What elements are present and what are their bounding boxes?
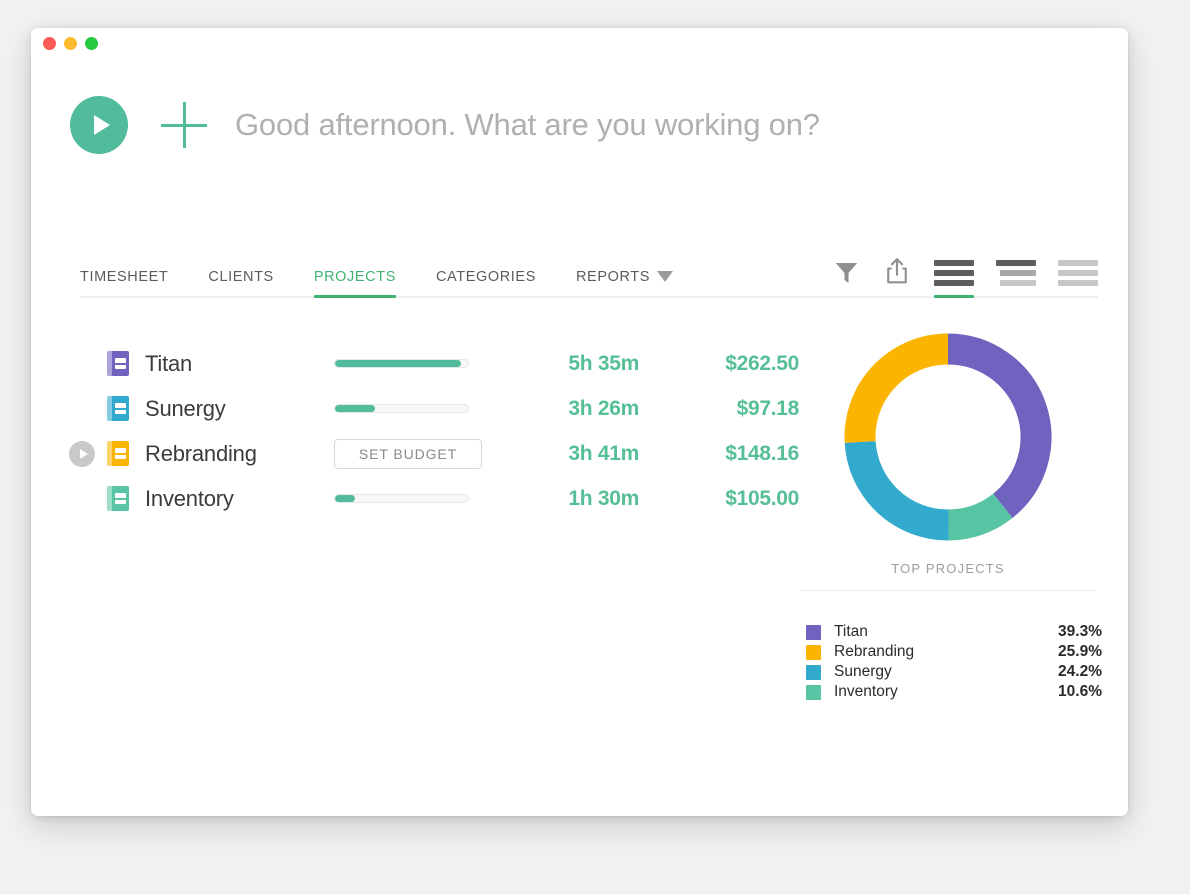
view-grouped-button[interactable]	[996, 260, 1036, 298]
table-row[interactable]: Inventory 1h 30m $105.00	[69, 476, 799, 521]
set-budget-button[interactable]: SET BUDGET	[334, 438, 482, 469]
legend-swatch	[806, 624, 821, 640]
project-budget-cell	[334, 494, 489, 503]
project-icon	[107, 351, 129, 376]
project-amount: $262.50	[725, 351, 799, 375]
project-icon	[107, 396, 129, 421]
view-compact-button[interactable]	[934, 260, 974, 298]
close-window-button[interactable]	[43, 37, 56, 50]
budget-progress-bar[interactable]	[334, 494, 469, 503]
view-grouped-icon	[996, 260, 1036, 286]
view-toolbar	[811, 256, 1098, 298]
legend-item: Inventory 10.6%	[806, 682, 1102, 702]
project-list: Titan 5h 35m $262.50 Sunergy 3h 26m $97.…	[69, 341, 799, 521]
project-time: 3h 41m	[568, 441, 639, 465]
table-row[interactable]: Sunergy 3h 26m $97.18	[69, 386, 799, 431]
legend-value: 39.3%	[1058, 623, 1102, 640]
project-name: Rebranding	[145, 440, 257, 466]
donut-chart-svg	[844, 333, 1052, 541]
filter-button[interactable]	[833, 259, 860, 298]
view-detailed-icon	[1058, 260, 1098, 286]
donut-slice-inventory[interactable]	[947, 493, 1013, 541]
project-name: Titan	[145, 350, 193, 376]
project-amount: $97.18	[736, 396, 800, 420]
tab-bar: TIMESHEET CLIENTS PROJECTS CATEGORIES RE…	[80, 240, 1098, 298]
start-timer-button[interactable]	[70, 96, 128, 154]
project-time: 5h 35m	[568, 351, 639, 375]
tab-label: PROJECTS	[313, 269, 396, 285]
project-icon	[107, 486, 129, 511]
table-row[interactable]: Rebranding SET BUDGET 3h 41m $148.16	[69, 431, 799, 476]
budget-progress-bar[interactable]	[334, 359, 469, 368]
chevron-down-icon	[657, 271, 674, 282]
legend-swatch	[806, 644, 821, 660]
minimize-window-button[interactable]	[64, 37, 77, 50]
legend-label: Rebranding	[834, 643, 915, 660]
tab-label: REPORTS	[575, 269, 651, 285]
share-button[interactable]	[882, 256, 912, 298]
maximize-window-button[interactable]	[85, 37, 98, 50]
traffic-lights	[43, 37, 98, 50]
greeting-row: Good afternoon. What are you working on?	[70, 93, 820, 157]
project-budget-cell	[334, 359, 489, 368]
tab-list: TIMESHEET CLIENTS PROJECTS CATEGORIES RE…	[80, 269, 713, 298]
tab-label: CATEGORIES	[435, 269, 536, 285]
view-detailed-button[interactable]	[1058, 260, 1098, 298]
legend-label: Titan	[834, 623, 868, 640]
legend-swatch	[806, 684, 821, 700]
tab-clients[interactable]: CLIENTS	[208, 269, 273, 298]
donut-slice-sunergy[interactable]	[844, 440, 949, 541]
legend-value: 10.6%	[1058, 683, 1102, 700]
tab-label: CLIENTS	[208, 269, 274, 285]
donut-chart	[783, 333, 1113, 541]
legend-item: Sunergy 24.2%	[806, 662, 1102, 682]
project-budget-cell: SET BUDGET	[334, 438, 489, 469]
legend-swatch	[806, 664, 821, 680]
app-window: Good afternoon. What are you working on?…	[31, 28, 1128, 816]
divider	[800, 590, 1096, 591]
legend-label: Sunergy	[834, 663, 892, 680]
project-budget-cell	[334, 404, 489, 413]
top-projects-panel: TOP PROJECTS Titan 39.3% Rebranding 25.9…	[783, 333, 1113, 702]
tab-categories[interactable]: CATEGORIES	[436, 269, 536, 298]
play-icon	[79, 448, 88, 459]
project-time: 1h 30m	[568, 486, 639, 510]
table-row[interactable]: Titan 5h 35m $262.50	[69, 341, 799, 386]
legend-value: 24.2%	[1058, 663, 1102, 680]
greeting-input[interactable]: Good afternoon. What are you working on?	[235, 107, 820, 143]
project-name: Sunergy	[145, 395, 226, 421]
view-compact-icon	[934, 260, 974, 286]
project-name: Inventory	[145, 485, 234, 511]
project-amount: $105.00	[725, 486, 799, 510]
project-icon	[107, 441, 129, 466]
play-icon	[93, 115, 110, 135]
tab-projects[interactable]: PROJECTS	[313, 269, 397, 298]
legend-item: Rebranding 25.9%	[806, 642, 1102, 662]
row-start-timer-button[interactable]	[69, 440, 95, 467]
donut-slice-titan[interactable]	[947, 333, 1052, 518]
share-icon	[887, 258, 907, 284]
legend-value: 25.9%	[1058, 643, 1102, 660]
project-time: 3h 26m	[568, 396, 639, 420]
chart-title: TOP PROJECTS	[891, 561, 1005, 576]
legend-label: Inventory	[834, 683, 898, 700]
tab-timesheet[interactable]: TIMESHEET	[80, 269, 168, 298]
tab-label: TIMESHEET	[80, 269, 169, 285]
legend-item: Titan 39.3%	[806, 622, 1102, 642]
filter-icon	[835, 262, 858, 284]
add-entry-button[interactable]	[161, 102, 207, 148]
project-amount: $148.16	[725, 441, 799, 465]
chart-legend: Titan 39.3% Rebranding 25.9% Sunergy 24.…	[806, 622, 1102, 702]
budget-progress-bar[interactable]	[334, 404, 469, 413]
tab-reports[interactable]: REPORTS	[575, 269, 674, 298]
donut-slice-rebranding[interactable]	[844, 333, 949, 443]
